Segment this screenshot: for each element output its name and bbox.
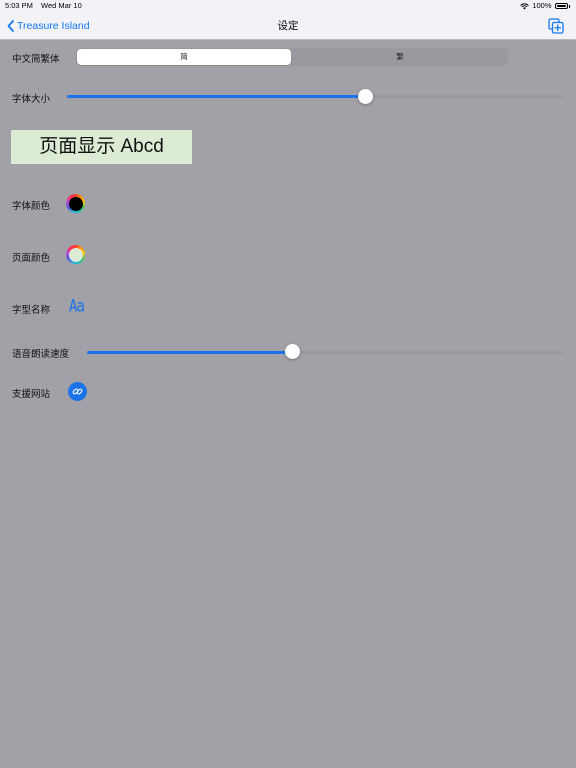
link-icon	[72, 388, 83, 395]
battery-tip	[568, 4, 570, 8]
typeface-button[interactable]: Aa	[69, 297, 85, 316]
chinese-script-segmented-control: 简 繁	[76, 48, 508, 66]
status-left: 5:03 PM Wed Mar 10	[5, 0, 88, 12]
battery-icon	[554, 3, 568, 9]
status-time: 5:03 PM	[5, 1, 33, 10]
font-size-slider[interactable]	[67, 95, 564, 98]
font-size-label: 字体大小	[12, 94, 51, 105]
font-color-well[interactable]	[66, 194, 85, 213]
segment-simplified[interactable]: 简	[77, 49, 291, 65]
add-copy-icon	[548, 18, 564, 34]
wifi-icon	[520, 3, 530, 9]
battery-percent: 100%	[532, 1, 552, 10]
page-color-swatch	[68, 247, 83, 262]
status-right: 100%	[520, 0, 570, 12]
page-color-well[interactable]	[66, 245, 85, 264]
speech-speed-label: 语音朗读速度	[12, 349, 70, 360]
font-size-slider-thumb[interactable]	[357, 89, 373, 104]
status-date: Wed Mar 10	[41, 1, 82, 10]
navigation-bar: Treasure Island 设定	[0, 12, 576, 40]
font-color-swatch	[68, 196, 83, 211]
speech-speed-slider-fill	[87, 351, 293, 354]
typeface-label: 字型名称	[12, 305, 51, 316]
speech-speed-slider-thumb[interactable]	[284, 344, 300, 359]
page-title: 设定	[277, 20, 299, 32]
preview-text: 页面显示 Abcd	[11, 130, 192, 164]
status-bar: 5:03 PM Wed Mar 10 100%	[0, 0, 576, 12]
add-copy-button[interactable]	[548, 18, 564, 34]
page-color-label: 页面颜色	[12, 253, 51, 264]
font-size-slider-fill	[67, 95, 366, 98]
support-site-label: 支援网站	[12, 389, 51, 400]
support-site-button[interactable]	[68, 382, 87, 401]
segment-traditional[interactable]: 繁	[293, 49, 507, 65]
speech-speed-slider[interactable]	[87, 351, 564, 354]
chinese-script-label: 中文简繁体	[12, 54, 60, 65]
font-color-label: 字体颜色	[12, 201, 51, 212]
